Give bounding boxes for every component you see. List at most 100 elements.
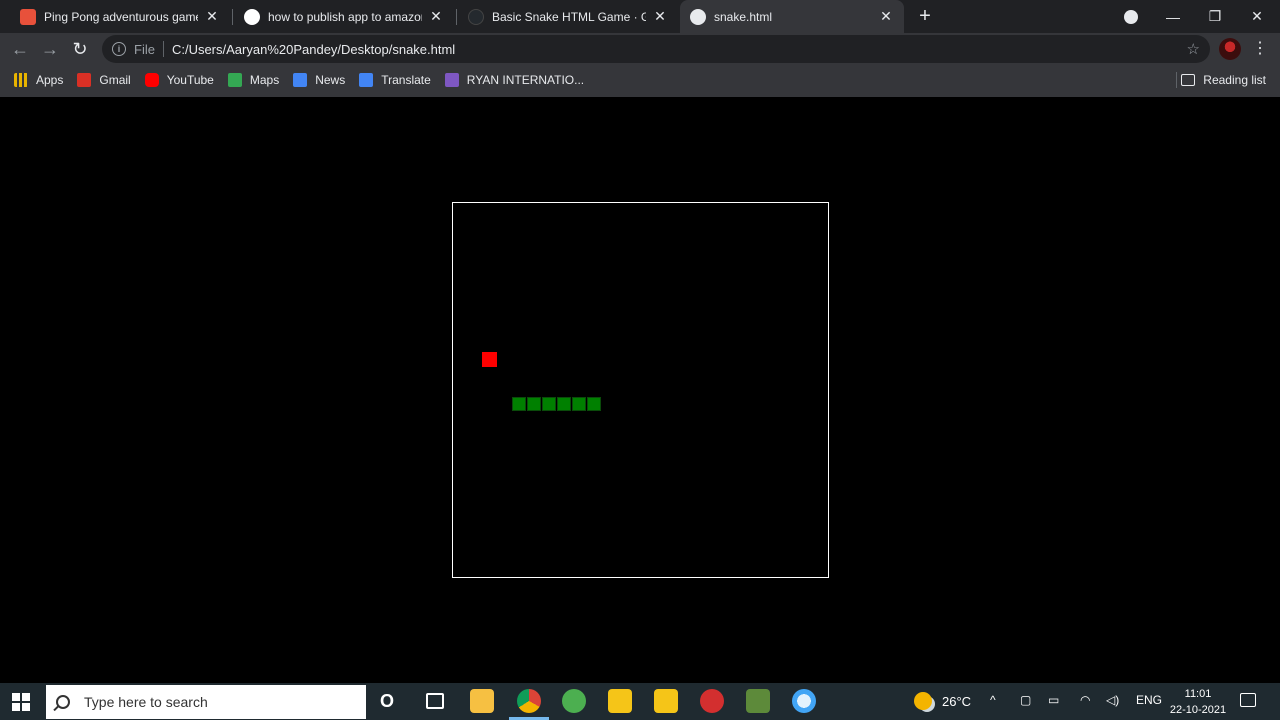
browser-window: Ping Pong adventurous game by ✕ how to p… [0, 0, 1280, 97]
reload-button[interactable]: ↻ [68, 37, 92, 61]
bookmark-star-icon[interactable]: ☆ [1187, 40, 1200, 58]
restore-button[interactable]: ❐ [1192, 0, 1238, 33]
bookmark-label: Gmail [99, 73, 131, 87]
site-info-icon[interactable]: i [112, 42, 126, 56]
task-view-icon[interactable] [426, 693, 444, 709]
address-divider [162, 41, 164, 57]
windows-taskbar: Type here to search O 26°C ^ ▢ ▭ ◠ ◁) EN… [0, 683, 1280, 720]
globe-favicon-icon [690, 8, 706, 25]
app-yellow-2-icon[interactable] [654, 689, 678, 713]
close-tab-icon[interactable]: ✕ [878, 8, 894, 25]
clock-date: 22-10-2021 [1169, 704, 1227, 716]
bookmark-maps[interactable]: Maps [227, 73, 280, 87]
reading-list-divider [1176, 72, 1177, 88]
bookmark-news[interactable]: News [293, 73, 345, 87]
weather-sun-icon [914, 692, 932, 710]
tab-title: Basic Snake HTML Game · GitHub [492, 9, 646, 24]
snake-segment [572, 397, 586, 411]
address-bar[interactable]: i File C:/Users/Aaryan%20Pandey/Desktop/… [102, 35, 1210, 63]
minimize-button[interactable]: — [1150, 0, 1196, 33]
url-text[interactable]: C:/Users/Aaryan%20Pandey/Desktop/snake.h… [172, 42, 455, 57]
notifications-icon[interactable] [1240, 693, 1256, 707]
globe-app-icon[interactable] [792, 689, 816, 713]
browser-toolbar: ← → ↻ i File C:/Users/Aaryan%20Pandey/De… [0, 33, 1280, 64]
game-board[interactable] [452, 202, 829, 578]
tab-divider [456, 9, 457, 25]
volume-icon[interactable]: ◁) [1106, 693, 1119, 707]
new-tab-button[interactable]: + [914, 6, 936, 28]
bookmark-label: YouTube [166, 73, 214, 87]
reading-list-button[interactable]: Reading list [1181, 64, 1266, 96]
ryan-icon [444, 73, 459, 87]
apps-grid-icon [14, 73, 28, 87]
snake-segment [557, 397, 571, 411]
tab-divider [232, 9, 233, 25]
meet-now-icon[interactable]: ▢ [1020, 693, 1031, 707]
minecraft-icon[interactable] [746, 689, 770, 713]
show-hidden-icons-chevron-icon[interactable]: ^ [990, 693, 996, 707]
utorrent-icon[interactable] [562, 689, 586, 713]
snake-segment [542, 397, 556, 411]
youtube-icon [144, 73, 159, 87]
food-square [482, 352, 497, 367]
taskbar-search-box[interactable]: Type here to search [46, 685, 366, 719]
gmail-icon [77, 73, 92, 87]
maps-icon [227, 73, 242, 87]
google-favicon-icon [244, 8, 260, 25]
bookmark-label: News [315, 73, 346, 87]
weather-widget[interactable]: 26°C [914, 692, 971, 710]
bookmark-apps[interactable]: Apps [14, 73, 63, 87]
file-explorer-icon[interactable] [470, 689, 494, 713]
github-favicon-icon [468, 8, 484, 25]
close-tab-icon[interactable]: ✕ [204, 8, 220, 25]
search-icon [56, 695, 70, 709]
chevron-down-icon [1124, 9, 1138, 24]
close-window-button[interactable]: ✕ [1234, 0, 1280, 33]
page-content [0, 97, 1280, 683]
tab-github[interactable]: Basic Snake HTML Game · GitHub ✕ [458, 0, 678, 33]
bookmark-label: Maps [249, 73, 280, 87]
reading-list-label: Reading list [1203, 73, 1266, 87]
cortana-icon[interactable]: O [380, 691, 394, 712]
profile-avatar[interactable] [1219, 38, 1241, 60]
bookmark-ryan[interactable]: RYAN INTERNATIO... [444, 73, 585, 87]
app-red-icon[interactable] [700, 689, 724, 713]
clock[interactable]: 11:01 22-10-2021 [1166, 686, 1230, 718]
weather-temperature: 26°C [942, 693, 972, 709]
translate-icon [359, 73, 374, 87]
bookmark-gmail[interactable]: Gmail [77, 73, 131, 87]
tab-title: Ping Pong adventurous game by [44, 9, 198, 24]
chrome-icon[interactable] [517, 689, 541, 713]
tab-strip: Ping Pong adventurous game by ✕ how to p… [0, 0, 1280, 33]
tab-google-search[interactable]: how to publish app to amazon ap ✕ [234, 0, 454, 33]
wifi-icon[interactable]: ◠ [1080, 693, 1090, 707]
snake-head [587, 397, 601, 411]
browser-menu-button[interactable]: ⋮ [1252, 37, 1268, 61]
tab-ping-pong[interactable]: Ping Pong adventurous game by ✕ [10, 0, 230, 33]
windows-start-icon[interactable] [12, 693, 30, 711]
tab-title: how to publish app to amazon ap [268, 9, 422, 24]
search-placeholder: Type here to search [84, 694, 208, 710]
battery-icon[interactable]: ▭ [1048, 693, 1059, 707]
bookmark-youtube[interactable]: YouTube [144, 73, 214, 87]
tab-snake-html[interactable]: snake.html ✕ [680, 0, 904, 33]
close-tab-icon[interactable]: ✕ [428, 8, 444, 25]
bookmarks-bar: Apps Gmail YouTube Maps News Translate R… [0, 64, 1280, 96]
back-button[interactable]: ← [8, 37, 32, 61]
language-indicator[interactable]: ENG [1136, 693, 1162, 707]
snake-segment [512, 397, 526, 411]
bookmark-label: RYAN INTERNATIO... [466, 73, 585, 87]
bookmark-label: Translate [381, 73, 431, 87]
bookmark-label: Apps [36, 73, 64, 87]
tab-search-button[interactable] [1108, 0, 1154, 33]
ping-pong-favicon-icon [20, 8, 36, 25]
forward-button[interactable]: → [38, 37, 62, 61]
clock-time: 11:01 [1184, 688, 1212, 700]
app-yellow-1-icon[interactable] [608, 689, 632, 713]
bookmark-translate[interactable]: Translate [359, 73, 431, 87]
tab-title: snake.html [714, 9, 773, 24]
news-icon [293, 73, 308, 87]
snake-segment [527, 397, 541, 411]
scheme-label: File [134, 41, 155, 57]
close-tab-icon[interactable]: ✕ [652, 8, 668, 25]
